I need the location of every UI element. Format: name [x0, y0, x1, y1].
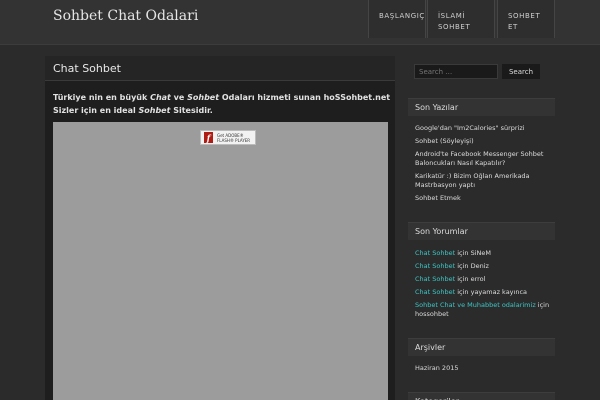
recent-posts-list: Google'dan "Im2Calories" sürprizi Sohbet… [415, 124, 552, 207]
intro-text-4: Sitesidir. [170, 106, 213, 115]
site-header: Sohbet Chat Odalari BAŞLANGIÇ İSLAMİ SOH… [0, 0, 600, 45]
comment-author: için SiNeM [455, 249, 491, 257]
widget-title-recent-comments: Son Yorumlar [408, 222, 555, 240]
recent-comment-item: Chat Sohbet için errol [415, 275, 552, 284]
main-content: Chat Sohbet Türkiye nin en büyük Chat ve… [45, 56, 395, 400]
nav-item-baslangic[interactable]: BAŞLANGIÇ [368, 0, 426, 38]
nav-item-islami-sohbet[interactable]: İSLAMİ SOHBET [427, 0, 495, 38]
recent-post-item[interactable]: Karikatür :) Bizim Oğlan Amerikada Mastr… [415, 172, 552, 190]
recent-post-item[interactable]: Sohbet Etmek [415, 194, 552, 203]
recent-comments-list: Chat Sohbet için SiNeM Chat Sohbet için … [415, 249, 552, 323]
comment-author: için errol [455, 275, 486, 283]
widget-title-recent-posts: Son Yazılar [408, 98, 555, 116]
flash-badge-text: Get ADOBE® FLASH® PLAYER [217, 133, 255, 143]
recent-comment-item: Chat Sohbet için SiNeM [415, 249, 552, 258]
get-flash-player-badge[interactable]: f Get ADOBE® FLASH® PLAYER [200, 130, 256, 145]
comment-author: için yayamaz kayınca [455, 288, 528, 296]
recent-post-item[interactable]: Google'dan "Im2Calories" sürprizi [415, 124, 552, 133]
recent-post-item[interactable]: Sohbet (Söyleyişi) [415, 137, 552, 146]
recent-post-item[interactable]: Android'te Facebook Messenger Sohbet Bal… [415, 150, 552, 168]
intro-text-2: ve [170, 93, 188, 102]
comment-author: için Deniz [455, 262, 489, 270]
recent-comment-item: Chat Sohbet için yayamaz kayınca [415, 288, 552, 297]
intro-em-chat: Chat [150, 93, 171, 102]
post-title[interactable]: Chat Sohbet [45, 56, 395, 81]
recent-comment-item: Chat Sohbet için Deniz [415, 262, 552, 271]
comment-post-link[interactable]: Chat Sohbet [415, 249, 455, 257]
archive-item[interactable]: Haziran 2015 [415, 364, 552, 373]
intro-em-sohbet-2: Sohbet [138, 106, 171, 115]
flash-badge-line2: FLASH® PLAYER [217, 137, 251, 143]
comment-post-link[interactable]: Sohbet Chat ve Muhabbet odalarimiz [415, 301, 536, 309]
flash-icon: f [204, 132, 213, 143]
sidebar: Search Son Yazılar Google'dan "Im2Calori… [408, 56, 555, 400]
intro-text-1: Türkiye nin en büyük [53, 93, 151, 102]
flash-embed-area[interactable]: f Get ADOBE® FLASH® PLAYER [53, 122, 388, 400]
site-title[interactable]: Sohbet Chat Odalari [53, 7, 203, 26]
comment-post-link[interactable]: Chat Sohbet [415, 275, 455, 283]
post-intro: Türkiye nin en büyük Chat ve Sohbet Odal… [53, 91, 393, 117]
comment-post-link[interactable]: Chat Sohbet [415, 262, 455, 270]
comment-post-link[interactable]: Chat Sohbet [415, 288, 455, 296]
search-button[interactable]: Search [502, 64, 540, 79]
widget-title-archives: Arşivler [408, 338, 555, 356]
intro-em-sohbet: Sohbet [187, 93, 220, 102]
archives-list: Haziran 2015 [415, 364, 552, 377]
search-input[interactable] [414, 64, 498, 79]
widget-title-categories: Kategoriler [408, 392, 555, 400]
nav-item-sohbet-et[interactable]: SOHBET ET [497, 0, 555, 38]
recent-comment-item: Sohbet Chat ve Muhabbet odalarimiz için … [415, 301, 552, 319]
